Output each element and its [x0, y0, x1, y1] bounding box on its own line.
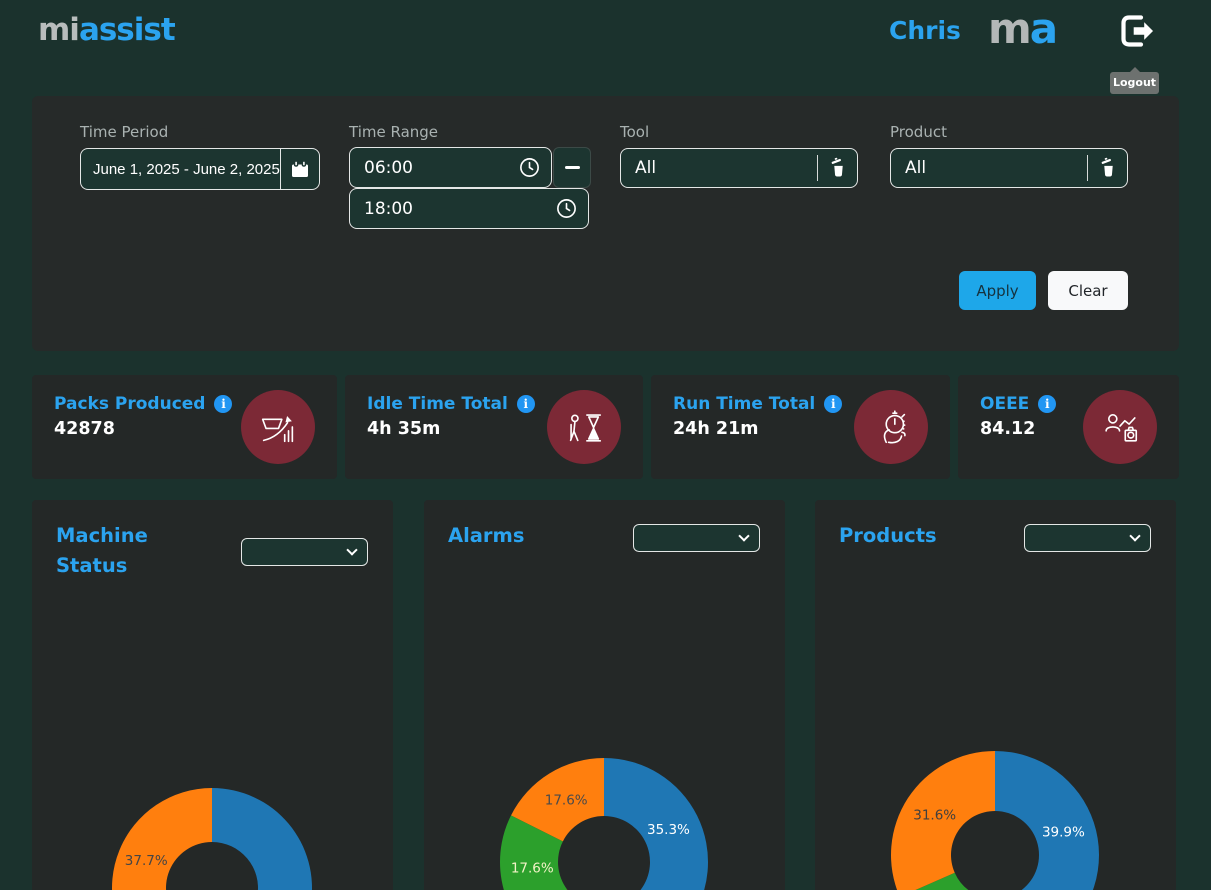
- kpi-title: Packs Produced: [54, 394, 206, 414]
- tool-label: Tool: [620, 123, 650, 141]
- machine-status-panel: Machine Status 37.7%: [32, 500, 393, 890]
- calendar-icon: [292, 160, 308, 177]
- tool-select[interactable]: All: [620, 148, 858, 188]
- kpi-icon-circle: [854, 390, 928, 464]
- run-time-icon: [883, 410, 906, 444]
- apply-button[interactable]: Apply: [959, 271, 1036, 310]
- time-range-start-value: 06:00: [364, 157, 413, 178]
- products-panel: Products 39.9% 31.6%: [815, 500, 1176, 890]
- product-select[interactable]: All: [890, 148, 1128, 188]
- clear-button[interactable]: Clear: [1048, 271, 1128, 310]
- kpi-icon-circle: [547, 390, 621, 464]
- products-donut-chart[interactable]: 39.9% 31.6%: [815, 500, 1176, 890]
- divider: [1087, 155, 1088, 181]
- kpi-title: Run Time Total: [673, 394, 816, 414]
- svg-text:31.6%: 31.6%: [913, 808, 956, 824]
- svg-text:37.7%: 37.7%: [125, 853, 168, 869]
- app-logo: miassist: [38, 12, 176, 48]
- oeee-icon: [1105, 414, 1138, 442]
- logo-text-assist: assist: [78, 12, 176, 48]
- time-period-input[interactable]: [80, 148, 280, 190]
- remove-time-range-button[interactable]: [553, 147, 591, 188]
- alarms-panel: Alarms 35.3% 17.6% 17.6%: [424, 500, 785, 890]
- logout-button[interactable]: [1110, 8, 1160, 56]
- tool-select-value: All: [635, 158, 657, 178]
- kpi-card-packs-produced: Packs Produced i 42878: [32, 375, 337, 479]
- logout-icon: [1121, 15, 1155, 47]
- time-range-label: Time Range: [349, 123, 439, 141]
- time-range-start[interactable]: 06:00: [349, 147, 552, 188]
- time-period-group: [80, 148, 320, 190]
- clear-selection-icon[interactable]: [1097, 157, 1120, 180]
- packs-produced-icon: [261, 416, 294, 443]
- time-period-label: Time Period: [80, 123, 169, 141]
- info-icon[interactable]: i: [214, 395, 233, 413]
- user-name[interactable]: Chris: [889, 16, 961, 45]
- idle-time-icon: [569, 414, 602, 442]
- kpi-icon-circle: [1083, 390, 1157, 464]
- kpi-card-oeee: OEEE i 84.12: [958, 375, 1179, 479]
- minus-icon: [564, 166, 580, 169]
- kpi-icon-circle: [241, 390, 315, 464]
- svg-text:39.9%: 39.9%: [1042, 825, 1085, 841]
- time-range-end-value: 18:00: [364, 198, 413, 219]
- svg-text:35.3%: 35.3%: [647, 822, 690, 838]
- info-icon[interactable]: i: [824, 395, 843, 413]
- filter-panel: Time Period Time Range 06:00 18:00: [32, 96, 1179, 351]
- info-icon[interactable]: i: [1038, 395, 1057, 413]
- dashboard-page: miassist Chris ma Logout Time Period Tim…: [0, 0, 1211, 890]
- info-icon[interactable]: i: [516, 395, 535, 413]
- product-label: Product: [890, 123, 947, 141]
- product-select-value: All: [905, 158, 927, 178]
- kpi-card-run-time: Run Time Total i 24h 21m: [651, 375, 950, 479]
- kpi-title: Idle Time Total: [367, 394, 508, 414]
- divider: [817, 155, 818, 181]
- alarms-donut-chart[interactable]: 35.3% 17.6% 17.6%: [424, 500, 785, 890]
- clear-selection-icon[interactable]: [827, 157, 850, 180]
- machine-status-donut-chart[interactable]: 37.7%: [32, 500, 393, 890]
- clock-icon[interactable]: [518, 156, 541, 179]
- kpi-card-idle-time: Idle Time Total i 4h 35m: [345, 375, 643, 479]
- clock-icon[interactable]: [555, 197, 578, 220]
- kpi-title: OEEE: [980, 394, 1030, 414]
- calendar-button[interactable]: [280, 148, 320, 190]
- svg-text:17.6%: 17.6%: [545, 793, 588, 809]
- logo-text-mi: mi: [38, 12, 80, 48]
- time-range-end[interactable]: 18:00: [349, 188, 589, 229]
- logout-tooltip: Logout: [1110, 67, 1159, 94]
- ma-logo: ma: [988, 4, 1058, 53]
- svg-text:17.6%: 17.6%: [511, 860, 554, 876]
